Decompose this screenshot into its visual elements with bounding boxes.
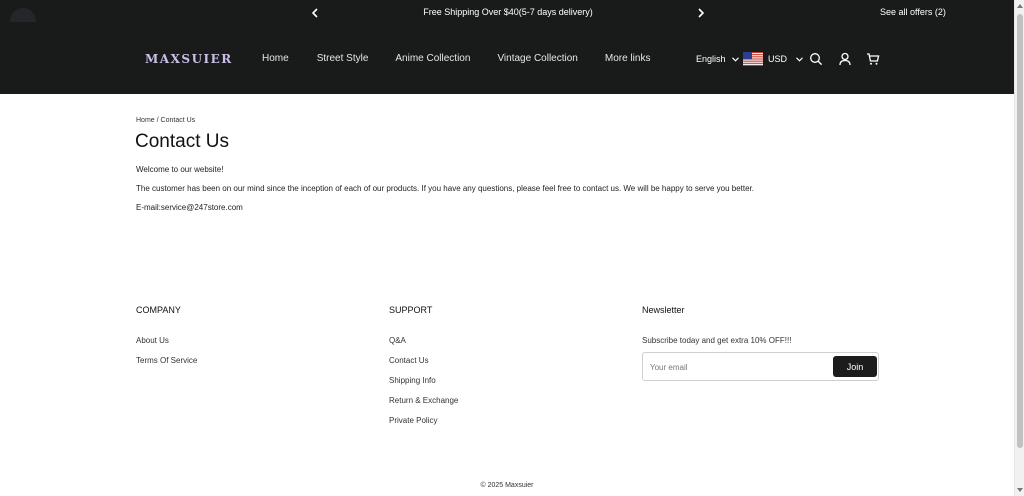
ghost-logo-icon <box>10 8 36 22</box>
see-all-offers-link[interactable]: See all offers (2) <box>880 7 946 17</box>
footer-company-heading: COMPANY <box>136 305 181 315</box>
announcement-text: Free Shipping Over $40(5-7 days delivery… <box>423 7 593 17</box>
main-nav: Home Street Style Anime Collection Vinta… <box>262 53 650 64</box>
nav-more-links[interactable]: More links <box>605 53 651 64</box>
scroll-up-arrow-icon[interactable] <box>1017 4 1023 8</box>
page-title: Contact Us <box>135 131 229 152</box>
site-header: Free Shipping Over $40(5-7 days delivery… <box>0 0 1014 94</box>
newsletter-email-input[interactable] <box>650 360 820 374</box>
currency-selector[interactable]: USD <box>743 52 803 66</box>
scroll-down-arrow-icon[interactable] <box>1017 488 1023 492</box>
footer-link-about-us[interactable]: About Us <box>136 336 169 345</box>
language-label: English <box>696 54 726 64</box>
chevron-right-icon <box>698 8 705 18</box>
contact-body-text: The customer has been on our mind since … <box>136 184 754 193</box>
breadcrumb-home-link[interactable]: Home <box>136 117 155 124</box>
footer-link-contact-us[interactable]: Contact Us <box>389 356 429 365</box>
footer-link-shipping-info[interactable]: Shipping Info <box>389 376 436 385</box>
footer-link-private-policy[interactable]: Private Policy <box>389 416 437 425</box>
breadcrumb-current: Contact Us <box>160 117 196 124</box>
us-flag-icon <box>743 52 763 66</box>
footer-link-terms-of-service[interactable]: Terms Of Service <box>136 356 197 365</box>
footer-support-heading: SUPPORT <box>389 305 433 315</box>
scrollbar-thumb[interactable] <box>1017 14 1023 448</box>
chevron-left-icon <box>311 8 318 18</box>
newsletter-join-button[interactable]: Join <box>833 356 877 377</box>
nav-street-style[interactable]: Street Style <box>317 53 369 64</box>
nav-anime-collection[interactable]: Anime Collection <box>395 53 470 64</box>
currency-label: USD <box>768 54 788 64</box>
nav-home[interactable]: Home <box>262 53 289 64</box>
newsletter-form: Join <box>642 352 879 381</box>
search-icon[interactable] <box>809 52 823 66</box>
welcome-text: Welcome to our website! <box>136 165 224 174</box>
footer-link-qa[interactable]: Q&A <box>389 336 406 345</box>
copyright-text: © 2025 Maxsuier <box>480 482 534 489</box>
announcement-prev-button[interactable] <box>308 6 322 20</box>
footer-link-return-exchange[interactable]: Return & Exchange <box>389 396 458 405</box>
newsletter-promo-text: Subscribe today and get extra 10% OFF!!! <box>642 336 792 345</box>
site-logo[interactable]: MAXSUIER <box>145 52 233 66</box>
nav-vintage-collection[interactable]: Vintage Collection <box>497 53 577 64</box>
footer-newsletter-heading: Newsletter <box>642 305 685 315</box>
contact-email-text: E-mail:service@247store.com <box>136 203 243 212</box>
page-scrollbar[interactable] <box>1014 0 1024 496</box>
chevron-down-icon <box>731 56 739 62</box>
language-selector[interactable]: English <box>696 54 739 64</box>
chevron-down-icon <box>796 56 803 62</box>
announcement-next-button[interactable] <box>694 6 708 20</box>
account-icon[interactable] <box>838 52 852 66</box>
breadcrumb: Home / Contact Us <box>136 117 195 124</box>
cart-icon[interactable] <box>866 52 880 66</box>
